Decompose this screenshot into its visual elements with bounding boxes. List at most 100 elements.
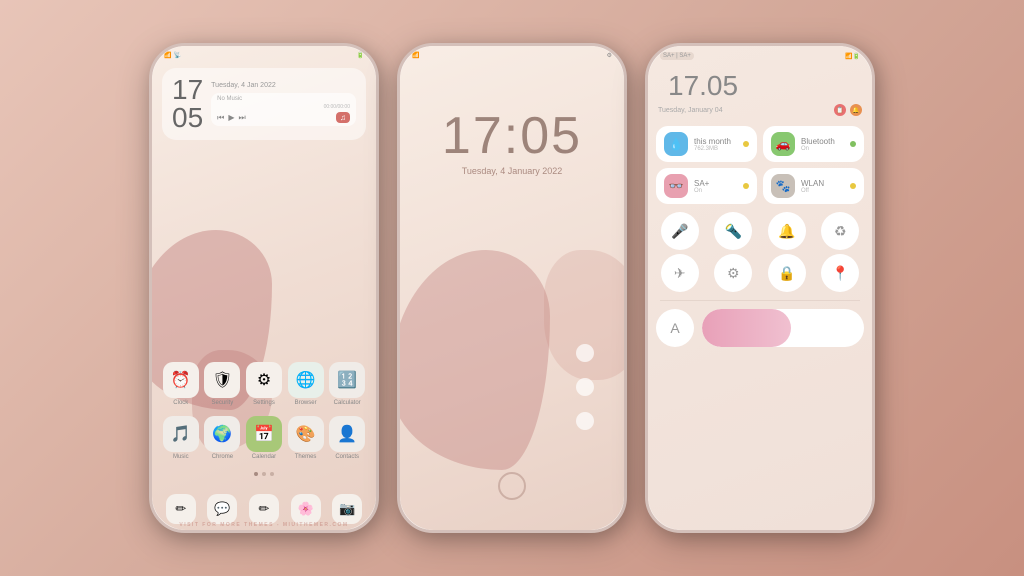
page-dots	[152, 472, 376, 476]
app-security[interactable]: 🛡 Security	[204, 362, 240, 406]
app-grid: ⏰ Clock 🛡 Security ⚙ Settings 🌐	[160, 362, 368, 470]
lock-dot-2	[576, 378, 594, 396]
app-browser[interactable]: 🌐 Browser	[288, 362, 324, 406]
clock-widget: 17 05 Tuesday, 4 Jan 2022 No Music 00:00…	[162, 68, 366, 140]
phones-container: 📶📡 🔋 17 05 Tuesday, 4 Jan 2022	[129, 23, 895, 553]
cc-divider	[660, 300, 860, 301]
cc-buttons-row1: 🎤 🔦 🔔 ♻	[648, 208, 872, 254]
cc-icon-red: 📋	[834, 104, 846, 116]
cc-date-icons: 📋 🔔	[834, 104, 862, 116]
wlan-icon: 🐾	[771, 174, 795, 198]
app-chrome[interactable]: 🌍 Chrome	[204, 416, 240, 460]
toggle-dot-1	[743, 141, 749, 147]
brightness-bar[interactable]	[702, 309, 864, 347]
app-settings[interactable]: ⚙ Settings	[246, 362, 282, 406]
cc-icon-orange: 🔔	[850, 104, 862, 116]
toggle-wlan-value: Off	[801, 188, 844, 194]
clock-date: Tuesday, 4 Jan 2022	[211, 82, 356, 89]
phone-2-lockscreen: 📶 ⚙ 17:05 Tuesday, 4 January 2022	[397, 43, 627, 533]
page-dot-3	[270, 472, 274, 476]
bluetooth-icon: 🚗	[771, 132, 795, 156]
status-icons-left-2: 📶	[412, 52, 419, 59]
toggle-wlan-title: WLAN	[801, 179, 844, 188]
dock-icon-4[interactable]: 🌸	[291, 494, 321, 524]
music-player[interactable]: No Music 00:00/00:00 ⏮ ▶ ⏭ ♫	[211, 93, 356, 126]
music-title: No Music	[217, 96, 350, 102]
cc-btn-settings[interactable]: ⚙	[714, 254, 752, 292]
dock-icon-1[interactable]: ✏	[166, 494, 196, 524]
page-dot-2	[262, 472, 266, 476]
toggle-dot-2	[850, 141, 856, 147]
toggle-data-info: this month 762.3MB	[694, 137, 737, 152]
lock-time: 17:05	[400, 106, 624, 166]
music-controls: ⏮ ▶ ⏭ ♫	[217, 112, 350, 123]
bottom-dock: ✏ 💬 ✏ 🌸 📷	[160, 494, 368, 524]
dock-icon-2[interactable]: 💬	[207, 494, 237, 524]
dock-icon-3[interactable]: ✏	[249, 494, 279, 524]
toggle-bt-title: Bluetooth	[801, 137, 844, 146]
toggle-data-title: this month	[694, 137, 737, 146]
cc-buttons-row2: ✈ ⚙ 🔒 📍	[648, 254, 872, 296]
clock-time: 17 05	[172, 76, 203, 132]
toggle-sa-title: SA+	[694, 179, 737, 188]
lock-dots	[576, 344, 594, 430]
cc-a-button[interactable]: A	[656, 309, 694, 347]
status-icons-left: 📶📡	[164, 52, 181, 59]
lock-blob-1	[400, 250, 550, 470]
dock-icon-5[interactable]: 📷	[332, 494, 362, 524]
toggle-sa-info: SA+ On	[694, 179, 737, 194]
status-bar-2: 📶 ⚙	[400, 46, 624, 61]
toggle-wlan[interactable]: 🐾 WLAN Off	[763, 168, 864, 204]
app-calendar[interactable]: 📅 Calendar	[246, 416, 282, 460]
watermark: VISIT FOR MORE THEMES - MIUITHEMER.COM	[152, 522, 376, 528]
app-music[interactable]: 🎵 Music	[163, 416, 199, 460]
toggle-bt-info: Bluetooth On	[801, 137, 844, 152]
cc-date: Tuesday, January 04 📋 🔔	[648, 104, 872, 122]
cc-btn-flashlight[interactable]: 🔦	[714, 212, 752, 250]
lock-dot-3	[576, 412, 594, 430]
cc-toggles: 💧 this month 762.3MB 🚗 Bluetooth	[648, 122, 872, 208]
play-button[interactable]: ▶	[228, 113, 234, 122]
cc-time: 17.05	[658, 68, 748, 102]
cc-btn-location[interactable]: 📍	[821, 254, 859, 292]
toggle-wlan-info: WLAN Off	[801, 179, 844, 194]
cc-btn-lock[interactable]: 🔒	[768, 254, 806, 292]
toggle-bluetooth[interactable]: 🚗 Bluetooth On	[763, 126, 864, 162]
cc-btn-mic[interactable]: 🎤	[661, 212, 699, 250]
cc-btn-send[interactable]: ✈	[661, 254, 699, 292]
data-icon: 💧	[664, 132, 688, 156]
cc-header: 17.05	[648, 62, 872, 104]
app-calculator[interactable]: 🔢 Calculator	[329, 362, 365, 406]
toggle-dot-4	[850, 183, 856, 189]
music-note-icon: ♫	[336, 112, 350, 123]
next-button[interactable]: ⏭	[239, 113, 246, 123]
status-icons-right: 🔋	[357, 52, 364, 59]
toggle-sa-value: On	[694, 188, 737, 194]
network-badge: SA+ | SA+	[660, 52, 694, 60]
toggle-dot-3	[743, 183, 749, 189]
app-themes[interactable]: 🎨 Themes	[288, 416, 324, 460]
phone-1-homescreen: 📶📡 🔋 17 05 Tuesday, 4 Jan 2022	[149, 43, 379, 533]
status-icons-right-3: 📶🔋	[845, 53, 860, 60]
toggle-data[interactable]: 💧 this month 762.3MB	[656, 126, 757, 162]
brightness-fill	[702, 309, 791, 347]
lock-date: Tuesday, 4 January 2022	[400, 166, 624, 176]
toggle-bt-value: On	[801, 146, 844, 152]
app-contacts[interactable]: 👤 Contacts	[329, 416, 365, 460]
app-row-2: 🎵 Music 🌍 Chrome 📅 Calendar 🎨	[160, 416, 368, 460]
prev-button[interactable]: ⏮	[217, 113, 224, 123]
app-clock[interactable]: ⏰ Clock	[163, 362, 199, 406]
toggle-data-value: 762.3MB	[694, 146, 737, 152]
sa-icon: 👓	[664, 174, 688, 198]
cc-btn-rotate[interactable]: ♻	[821, 212, 859, 250]
app-row-1: ⏰ Clock 🛡 Security ⚙ Settings 🌐	[160, 362, 368, 406]
cc-btn-bell[interactable]: 🔔	[768, 212, 806, 250]
status-bar-1: 📶📡 🔋	[152, 46, 376, 61]
home-button[interactable]	[498, 472, 526, 500]
toggle-sa[interactable]: 👓 SA+ On	[656, 168, 757, 204]
status-icons-right-2: ⚙	[607, 52, 612, 59]
music-time: 00:00/00:00	[217, 104, 350, 110]
page-dot-1	[254, 472, 258, 476]
status-bar-3: SA+ | SA+ 📶🔋	[648, 46, 872, 62]
lock-dot-1	[576, 344, 594, 362]
